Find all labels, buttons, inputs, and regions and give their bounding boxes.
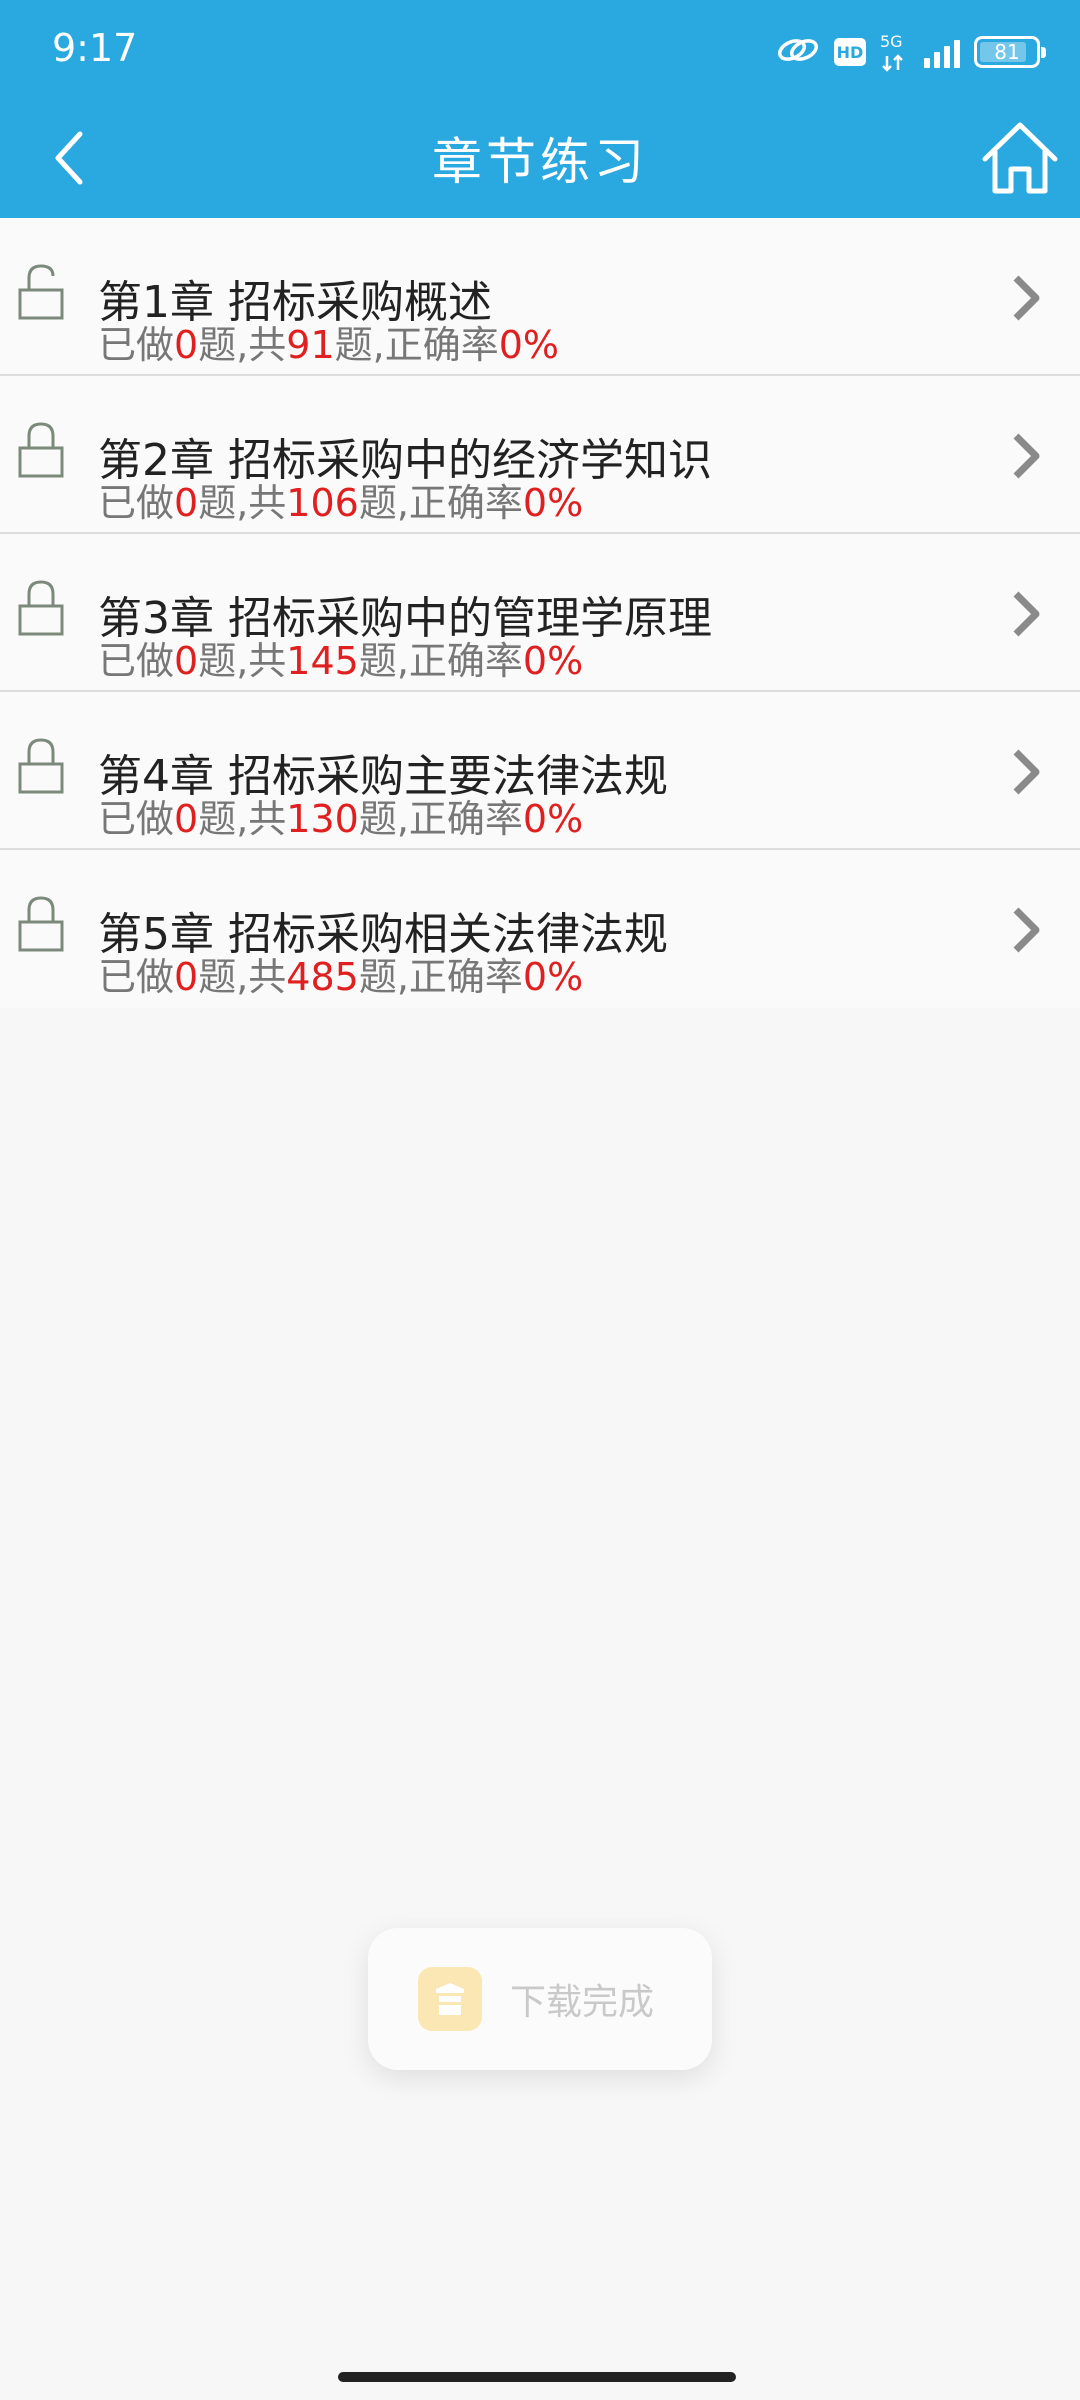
accuracy-rate: 0% [522,797,584,841]
chapter-item[interactable]: 第4章 招标采购主要法律法规 已做0题,共130题,正确率0% [0,692,1080,850]
total-count: 145 [286,639,359,683]
chapter-stats: 已做0题,共130题,正确率0% [98,797,584,841]
chevron-right-icon [1013,907,1040,953]
chapter-stats: 已做0题,共145题,正确率0% [98,639,584,683]
total-count: 485 [286,955,359,999]
accuracy-rate: 0% [522,955,584,999]
chapter-item[interactable]: 第3章 招标采购中的管理学原理 已做0题,共145题,正确率0% [0,534,1080,692]
app-header: 9:17 HD 5G 81 章节练习 [0,0,1080,218]
chapter-stats: 已做0题,共106题,正确率0% [98,481,584,525]
link-icon [776,34,820,70]
network-label: 5G [880,32,903,51]
total-count: 91 [286,323,335,367]
home-button[interactable] [972,110,1068,206]
lock-icon [18,738,64,794]
chapter-item[interactable]: 第5章 招标采购相关法律法规 已做0题,共485题,正确率0% [0,850,1080,1008]
title-bar: 章节练习 [0,100,1080,218]
done-count: 0 [174,797,199,841]
status-bar: 9:17 HD 5G 81 [0,0,1080,100]
lock-icon [18,580,64,636]
chapter-list: 第1章 招标采购概述 已做0题,共91题,正确率0% 第2章 招标采购中的经济学… [0,218,1080,1008]
battery-icon: 81 [974,36,1046,68]
chevron-right-icon [1013,275,1040,321]
battery-level: 81 [994,40,1020,64]
hd-badge: HD [834,38,866,66]
chapter-item[interactable]: 第1章 招标采购概述 已做0题,共91题,正确率0% [0,218,1080,376]
toast-text: 下载完成 [510,1982,655,2023]
status-time: 9:17 [52,26,138,70]
chevron-right-icon [1013,749,1040,795]
home-indicator[interactable] [338,2372,736,2382]
chevron-right-icon [1013,591,1040,637]
accuracy-rate: 0% [522,639,584,683]
chevron-right-icon [1013,433,1040,479]
page-title: 章节练习 [432,133,648,191]
chapter-stats: 已做0题,共485题,正确率0% [98,955,584,999]
accuracy-rate: 0% [522,481,584,525]
chapter-item[interactable]: 第2章 招标采购中的经济学知识 已做0题,共106题,正确率0% [0,376,1080,534]
total-count: 106 [286,481,359,525]
done-count: 0 [174,955,199,999]
unlock-icon [18,264,64,320]
chapter-stats: 已做0题,共91题,正确率0% [98,323,560,367]
lock-icon [18,422,64,478]
home-icon [982,122,1058,194]
network-5g-icon: 5G [880,32,910,72]
done-count: 0 [174,481,199,525]
lock-icon [18,896,64,952]
status-icons: HD 5G 81 [776,30,1046,74]
accuracy-rate: 0% [498,323,560,367]
done-count: 0 [174,323,199,367]
signal-icon [924,36,960,68]
done-count: 0 [174,639,199,683]
total-count: 130 [286,797,359,841]
download-toast: 下载完成 [368,1928,712,2070]
app-icon [418,1967,482,2031]
